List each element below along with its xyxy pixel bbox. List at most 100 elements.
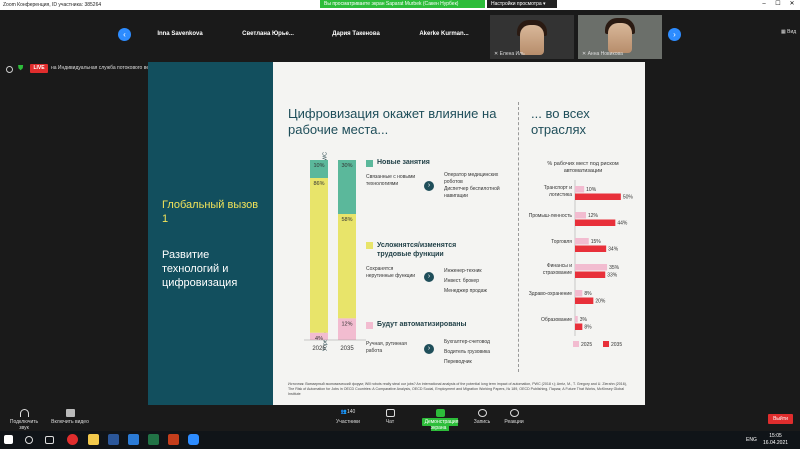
chat-button[interactable]: Чат [378,409,402,425]
search-icon[interactable] [25,436,33,444]
clock-date: 16.04.2021 [763,440,789,446]
participants-label: Участники [336,419,360,425]
bar-value-label: 34% [608,247,619,253]
job-example: Водитель грузовика [444,349,491,355]
participants-count: 140 [346,409,356,415]
view-options-label: Настройки просмотра [491,1,542,7]
bar-value-label: 8% [584,291,592,297]
app-icon[interactable] [128,434,139,445]
bar-value-label: 12% [588,213,599,219]
participant-video-tile[interactable]: ✕ Анна Новикова [578,15,662,59]
category-label: Финансы и [547,263,572,269]
slide-left-panel: Глобальный вызов 1 Развитие технологий и… [148,62,273,405]
grid-icon: ▦ [781,29,786,35]
window-title: Zoom Конференция, ID участника: 385264 [3,2,102,8]
word-icon[interactable] [108,434,119,445]
mic-muted-icon: ✕ [494,51,499,57]
arrow-right-icon: › [424,181,434,191]
job-example: Оператор медицинских роботов [444,172,499,185]
reactions-button[interactable]: Реакции [500,409,528,425]
view-button[interactable]: ▦ Вид [781,29,796,35]
file-explorer-icon[interactable] [88,434,99,445]
exit-button[interactable]: Выйти [768,414,793,424]
section-left-text: Ручная, рутинная работа [366,341,407,354]
bar-segment [338,214,356,319]
category-label: Образование [541,317,572,323]
section-left-text: Сохранятся нерутинные функции [366,266,416,279]
clock[interactable]: 15:05 16.04.2021 [763,433,788,447]
taskbar [0,431,800,449]
bar-value-label: 8% [584,325,592,331]
record-icon [477,409,487,417]
next-page-button[interactable]: › [668,28,681,41]
language-indicator[interactable]: ENG [746,437,757,443]
job-example: Инженер-техник [444,268,482,274]
participant-tile[interactable]: Inna Savenkova [138,15,222,53]
bar-value-label: 4% [315,336,323,342]
participant-name: Елена Иль [499,51,525,57]
bar [575,290,583,297]
participants-button[interactable]: 👥140 Участники [330,409,366,425]
mic-muted-icon: ✕ [582,51,587,57]
job-example: Бухгалтер-счетовод [444,339,490,345]
bar [575,264,608,271]
join-audio-button[interactable]: Подключить звук [6,409,42,431]
section-right-text: Бухгалтер-счетовод Водитель грузовика Пе… [444,337,514,367]
live-badge[interactable]: LIVE [30,64,48,73]
start-video-button[interactable]: Включить видео [50,409,90,425]
minimize-icon[interactable]: – [758,0,770,9]
legend-new-jobs-swatch [366,160,373,167]
shield-icon[interactable]: ⛊ [18,65,23,73]
view-options-button[interactable]: Настройки просмотра ▾ [487,0,557,8]
sector-bar-chart: Транспорт илогистика 10% 50% Промыш-ленност… [529,180,633,348]
zoom-icon[interactable] [188,434,199,445]
legend-automated-swatch [366,322,373,329]
challenge-topic: Развитие технологий и цифровизация [162,249,238,289]
maximize-icon[interactable]: ☐ [772,0,784,9]
opera-icon[interactable] [67,434,78,445]
legend-changing-swatch [366,242,373,249]
share-screen-button[interactable]: Демонстрация экрана [418,409,462,432]
bar [575,297,594,304]
category-label: страхование [543,270,573,276]
bar-value-label: 12% [341,321,352,327]
chat-label: Чат [385,419,395,425]
participant-name: Анна Новикова [587,51,623,57]
category-label: Промыш-ленность [529,213,573,219]
participant-tile[interactable]: Akerke Kurman... [402,15,486,53]
bar-value-label: 10% [313,163,324,169]
windows-start-icon[interactable] [4,435,13,444]
info-icon[interactable] [6,66,13,73]
legend-label: 2035 [611,342,622,348]
category-label: Транспорт и [544,185,572,191]
section-right-text: Оператор медицинских роботов Диспетчер б… [444,172,514,200]
shared-screen: Глобальный вызов 1 Развитие технологий и… [148,62,645,405]
legend-label: 2025 [581,342,592,348]
job-example: Диспетчер беспилотной навигации [444,186,500,199]
bar-value-label: 30% [341,163,352,169]
bar-value-label: 35% [609,265,620,271]
task-view-icon[interactable] [45,436,54,444]
participant-tile[interactable]: Светлана Юрье... [226,15,310,53]
share-banner[interactable]: Вы просматриваете экран Saparat Murbek (… [320,0,485,8]
bar [575,316,578,323]
excel-icon[interactable] [148,434,159,445]
powerpoint-icon[interactable] [168,434,179,445]
share-screen-icon [435,409,445,417]
bar-value-label: 3% [580,317,588,323]
bar [575,212,586,219]
participant-video-tile[interactable]: ✕ Елена Иль [490,15,574,59]
reactions-icon [509,409,519,417]
bar [575,219,616,226]
divider [518,102,519,372]
bar-value-label: 10% [586,187,597,193]
category-label: Здраво-охранение [529,291,572,297]
participant-tile[interactable]: Дария Такенова [314,15,398,53]
record-button[interactable]: Запись [470,409,494,425]
prev-page-button[interactable]: ‹ [118,28,131,41]
bar [575,193,621,200]
section-left-text: Связанные с новыми технологиями [366,174,416,187]
record-label: Запись [473,419,491,425]
close-icon[interactable]: ✕ [786,0,798,9]
reactions-label: Реакции [504,419,524,425]
